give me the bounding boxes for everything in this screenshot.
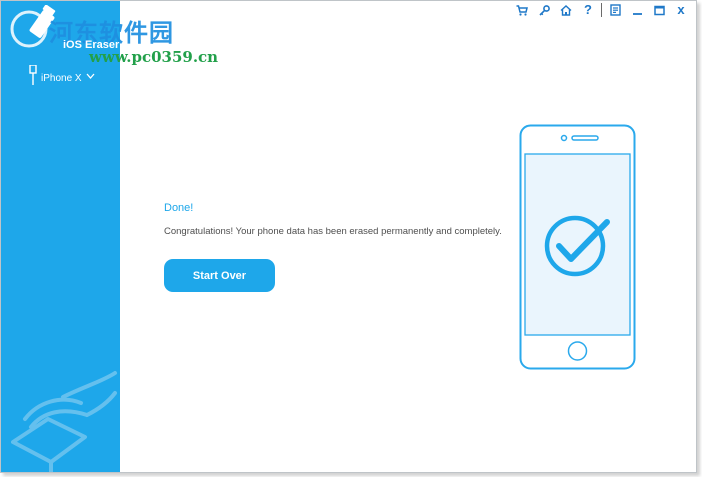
device-name: iPhone X xyxy=(41,72,82,84)
register-button[interactable] xyxy=(533,2,555,18)
maximize-button[interactable] xyxy=(648,2,670,18)
sidebar: 河东软件园 www.pc0359.cn iOS Eraser iPhone X xyxy=(1,1,218,472)
minimize-button[interactable] xyxy=(626,2,648,18)
minimize-icon xyxy=(632,12,642,15)
title-toolbar: ? x xyxy=(511,2,692,18)
close-button[interactable]: x xyxy=(670,2,692,18)
maximize-icon xyxy=(653,5,665,15)
home-icon xyxy=(560,4,572,16)
feedback-icon xyxy=(609,4,621,16)
close-label: x xyxy=(677,2,685,17)
status-message: Congratulations! Your phone data has bee… xyxy=(164,226,502,237)
cart-icon xyxy=(516,4,528,16)
app-window: 河东软件园 www.pc0359.cn iOS Eraser iPhone X xyxy=(0,0,697,473)
feedback-button[interactable] xyxy=(604,2,626,18)
chevron-down-icon[interactable] xyxy=(86,73,95,79)
start-over-button[interactable]: Start Over xyxy=(164,259,275,292)
cart-button[interactable] xyxy=(511,2,533,18)
toolbar-divider xyxy=(601,3,602,17)
usb-cable-icon xyxy=(29,65,37,85)
phone-illustration xyxy=(519,124,636,370)
home-button[interactable] xyxy=(555,2,577,18)
key-icon xyxy=(538,4,550,16)
help-label: ? xyxy=(584,2,592,17)
hand-wipe-icon xyxy=(11,371,117,472)
app-title: iOS Eraser xyxy=(63,39,120,51)
device-selector[interactable]: iPhone X xyxy=(29,65,95,85)
status-title: Done! xyxy=(164,202,194,214)
help-button[interactable]: ? xyxy=(577,2,599,18)
